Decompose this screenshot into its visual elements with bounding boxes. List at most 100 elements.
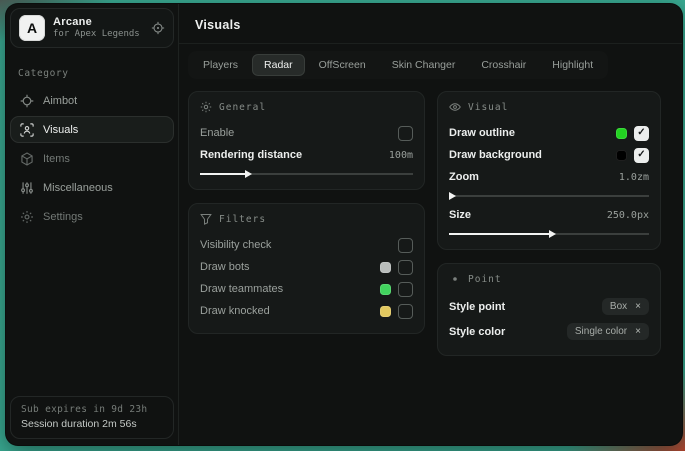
tab-bar: Players Radar OffScreen Skin Changer Cro…	[188, 51, 608, 79]
session-duration-text: Session duration 2m 56s	[21, 418, 163, 430]
funnel-icon	[200, 213, 212, 225]
rendering-distance-slider[interactable]	[200, 169, 413, 178]
tabs-row: Players Radar OffScreen Skin Changer Cro…	[179, 44, 682, 79]
tab-players[interactable]: Players	[191, 54, 250, 76]
draw-background-color-swatch[interactable]	[616, 150, 627, 161]
crosshair-icon	[20, 94, 34, 108]
draw-background-checkbox[interactable]: ✓	[634, 148, 649, 163]
sidebar-item-label: Visuals	[43, 124, 78, 136]
app-title-block: Arcane for Apex Legends	[53, 16, 143, 41]
category-label: Category	[18, 68, 166, 79]
draw-teammates-color-swatch[interactable]	[380, 284, 391, 295]
draw-outline-checkbox[interactable]: ✓	[634, 126, 649, 141]
draw-knocked-color-swatch[interactable]	[380, 306, 391, 317]
size-value: 250.0px	[607, 210, 649, 221]
sidebar-item-label: Miscellaneous	[43, 182, 113, 194]
sidebar-item-miscellaneous[interactable]: Miscellaneous	[10, 174, 174, 201]
enable-checkbox[interactable]	[398, 126, 413, 141]
style-color-chip-text: Single color	[575, 326, 627, 337]
zoom-slider[interactable]	[449, 191, 649, 200]
main-header: Visuals	[179, 4, 682, 44]
sidebar-nav: Aimbot Visuals	[10, 87, 174, 230]
tab-skin-changer[interactable]: Skin Changer	[380, 54, 468, 76]
main-panel: Visuals Players Radar OffScreen Skin Cha…	[179, 4, 682, 445]
rendering-distance-label: Rendering distance	[200, 149, 302, 161]
sliders-icon	[20, 181, 34, 195]
visibility-check-label: Visibility check	[200, 239, 271, 251]
slider-fill	[200, 173, 245, 176]
dot-icon	[449, 273, 461, 285]
close-icon[interactable]: ×	[635, 301, 641, 312]
slider-fill	[449, 233, 549, 236]
filters-card-header: Filters	[200, 213, 413, 225]
sidebar-item-settings[interactable]: Settings	[10, 203, 174, 230]
player-scan-icon	[20, 123, 34, 137]
sidebar-item-label: Aimbot	[43, 95, 77, 107]
draw-outline-color-swatch[interactable]	[616, 128, 627, 139]
general-card-header: General	[200, 101, 413, 113]
left-column: General Enable Rendering distance 100m	[188, 91, 425, 334]
general-card-title: General	[219, 102, 266, 113]
tab-offscreen[interactable]: OffScreen	[307, 54, 378, 76]
filters-card-title: Filters	[219, 214, 266, 225]
gear-icon	[20, 210, 34, 224]
app-subtitle: for Apex Legends	[53, 29, 143, 40]
draw-teammates-label: Draw teammates	[200, 283, 283, 295]
draw-bots-color-swatch[interactable]	[380, 262, 391, 273]
zoom-row: Zoom 1.0zm	[449, 166, 649, 188]
style-point-chip-text: Box	[610, 301, 627, 312]
slider-thumb[interactable]	[245, 170, 252, 178]
slider-thumb[interactable]	[549, 230, 556, 238]
sub-expiry-text: Sub expires in 9d 23h	[21, 404, 163, 415]
visual-card: Visual Draw outline ✓ Draw background	[437, 91, 661, 250]
size-label: Size	[449, 209, 471, 221]
point-card-header: Point	[449, 273, 649, 285]
eye-icon	[449, 101, 461, 113]
draw-teammates-row: Draw teammates	[200, 278, 413, 300]
tab-crosshair[interactable]: Crosshair	[469, 54, 538, 76]
style-color-row: Style color Single color ×	[449, 319, 649, 344]
visual-card-header: Visual	[449, 101, 649, 113]
draw-knocked-row: Draw knocked	[200, 300, 413, 322]
app-header-card: A Arcane for Apex Legends	[10, 8, 174, 48]
visibility-check-row: Visibility check	[200, 234, 413, 256]
sidebar-item-label: Items	[43, 153, 70, 165]
style-color-label: Style color	[449, 326, 505, 338]
draw-bots-checkbox[interactable]	[398, 260, 413, 275]
tab-highlight[interactable]: Highlight	[540, 54, 605, 76]
filters-card: Filters Visibility check Draw bots	[188, 203, 425, 334]
rendering-distance-row: Rendering distance 100m	[200, 144, 413, 166]
general-card: General Enable Rendering distance 100m	[188, 91, 425, 190]
visual-card-title: Visual	[468, 102, 508, 113]
content-area: General Enable Rendering distance 100m	[179, 79, 682, 368]
draw-outline-row: Draw outline ✓	[449, 122, 649, 144]
style-point-chip[interactable]: Box ×	[602, 298, 649, 315]
sidebar-item-visuals[interactable]: Visuals	[10, 116, 174, 143]
draw-teammates-checkbox[interactable]	[398, 282, 413, 297]
enable-row: Enable	[200, 122, 413, 144]
close-icon[interactable]: ×	[635, 326, 641, 337]
draw-knocked-checkbox[interactable]	[398, 304, 413, 319]
size-slider[interactable]	[449, 229, 649, 238]
app-logo: A	[19, 15, 45, 41]
draw-bots-row: Draw bots	[200, 256, 413, 278]
draw-outline-label: Draw outline	[449, 127, 515, 139]
enable-label: Enable	[200, 127, 234, 139]
draw-background-label: Draw background	[449, 149, 542, 161]
right-column: Visual Draw outline ✓ Draw background	[437, 91, 661, 356]
sidebar-item-items[interactable]: Items	[10, 145, 174, 172]
point-card-title: Point	[468, 274, 502, 285]
visibility-check-checkbox[interactable]	[398, 238, 413, 253]
draw-knocked-label: Draw knocked	[200, 305, 270, 317]
target-icon[interactable]	[151, 21, 165, 35]
slider-thumb[interactable]	[449, 192, 456, 200]
tab-radar[interactable]: Radar	[252, 54, 305, 76]
app-name: Arcane	[53, 16, 143, 30]
page-title: Visuals	[195, 18, 666, 32]
slider-track	[449, 195, 649, 197]
session-info-card: Sub expires in 9d 23h Session duration 2…	[10, 396, 174, 439]
sidebar-item-aimbot[interactable]: Aimbot	[10, 87, 174, 114]
cube-icon	[20, 152, 34, 166]
rendering-distance-value: 100m	[389, 150, 413, 161]
style-color-chip[interactable]: Single color ×	[567, 323, 649, 340]
